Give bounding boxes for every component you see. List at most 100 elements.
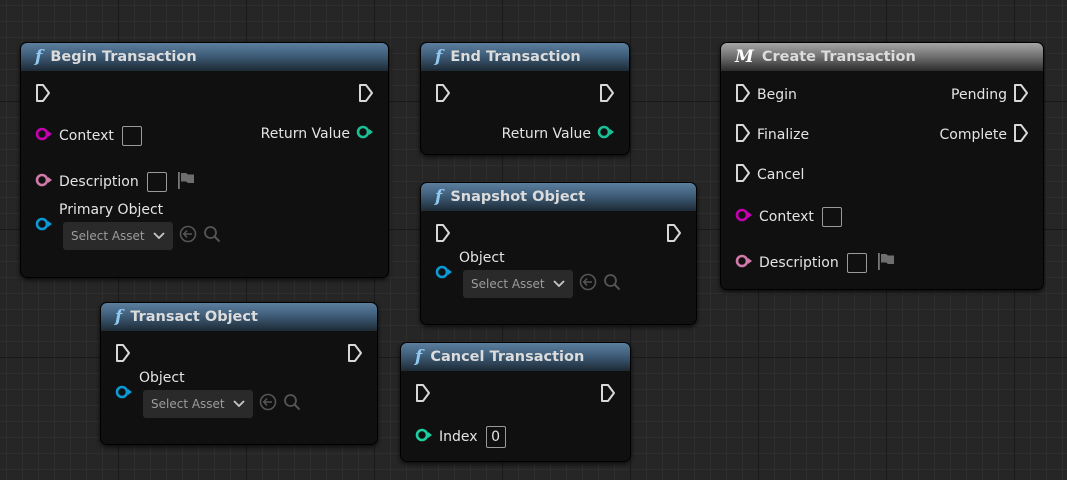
pin-label: Begin [757,87,797,103]
use-selected-arrow-icon[interactable] [579,273,597,295]
pin-content: Object Select Asset [459,250,621,298]
node-header[interactable]: M Create Transaction [721,43,1043,71]
data-pin-icon[interactable] [356,124,374,144]
node-create-transaction[interactable]: M Create Transaction Begin Pending Finalize C… [720,42,1044,290]
localization-flag-icon[interactable] [877,252,895,274]
function-icon: f [415,347,423,367]
node-title: Begin Transaction [50,49,197,65]
asset-picker-row: Select Asset [143,390,301,418]
select-asset-label: Select Asset [151,397,225,411]
pin-in-cancel: Cancel [735,164,804,186]
pin-out-exec [600,384,616,406]
exec-pin-icon[interactable] [666,223,682,247]
search-icon[interactable] [203,225,221,247]
chevron-down-icon [153,229,165,243]
pin-label: Pending [951,87,1007,103]
data-pin-icon[interactable] [597,124,615,144]
data-pin-icon[interactable] [115,384,133,404]
pin-in-exec [435,84,451,106]
pin-label: Index [439,429,478,445]
select-asset-dropdown[interactable]: Select Asset [143,390,253,418]
exec-pin-icon[interactable] [115,343,131,367]
function-icon: f [435,47,443,67]
exec-pin-icon[interactable] [735,163,751,187]
use-selected-arrow-icon[interactable] [179,225,197,247]
exec-pin-icon[interactable] [435,83,451,107]
node-header[interactable]: f Snapshot Object [421,183,696,211]
node-header[interactable]: f Transact Object [101,303,377,331]
select-asset-dropdown[interactable]: Select Asset [463,270,573,298]
node-header[interactable]: f End Transaction [421,43,629,71]
pin-label: Complete [939,127,1007,143]
data-pin-icon[interactable] [35,172,53,192]
default-value-input[interactable] [146,172,167,192]
pin-out-exec [358,84,374,106]
function-icon: f [115,307,123,327]
exec-pin-icon[interactable] [599,83,615,107]
pin-in-exec [115,344,131,366]
search-icon[interactable] [603,273,621,295]
pin-in-description: Description [35,171,195,193]
pin-in-exec [415,384,431,406]
search-icon[interactable] [283,393,301,415]
data-pin-icon[interactable] [35,216,53,236]
asset-picker-row: Select Asset [63,222,221,250]
default-value-input[interactable] [121,126,142,146]
pin-in-object: Object Select Asset [435,250,621,298]
data-pin-icon[interactable] [735,253,753,273]
pin-in-context: Context [735,206,842,228]
pin-out-return-value: Return Value [261,123,374,145]
pin-in-description: Description [735,252,895,274]
pin-out-exec [347,344,363,366]
localization-flag-icon[interactable] [177,171,195,193]
pin-in-primary-object: Primary Object Select Asset [35,202,221,250]
node-title: End Transaction [450,49,581,65]
use-selected-arrow-icon[interactable] [259,393,277,415]
node-title: Create Transaction [761,49,916,65]
pin-out-exec [599,84,615,106]
exec-pin-icon[interactable] [435,223,451,247]
chevron-down-icon [233,397,245,411]
exec-pin-icon[interactable] [1013,83,1029,107]
exec-pin-icon[interactable] [358,83,374,107]
index-value-input[interactable]: 0 [485,426,506,448]
pin-content: Primary Object Select Asset [59,202,221,250]
function-icon: f [435,187,443,207]
pin-in-exec [435,224,451,246]
pin-label: Description [59,174,139,190]
pin-in-exec [35,84,51,106]
pin-out-pending: Pending [951,84,1029,106]
node-begin-transaction[interactable]: f Begin Transaction Context Return Value Des… [20,42,389,278]
exec-pin-icon[interactable] [1013,123,1029,147]
pin-label: Cancel [757,167,805,183]
exec-pin-icon[interactable] [735,83,751,107]
node-end-transaction[interactable]: f End Transaction Return Value [420,42,630,155]
pin-in-context: Context [35,125,142,147]
node-header[interactable]: f Begin Transaction [21,43,388,71]
default-value-input[interactable] [846,253,867,273]
pin-content: Object Select Asset [139,370,301,418]
data-pin-icon[interactable] [415,427,433,447]
node-snapshot-object[interactable]: f Snapshot Object Object Select Asset [420,182,697,325]
pin-label: Finalize [757,127,810,143]
node-title: Snapshot Object [450,189,586,205]
data-pin-icon[interactable] [35,126,53,146]
pin-label: Return Value [501,126,591,142]
exec-pin-icon[interactable] [347,343,363,367]
exec-pin-icon[interactable] [35,83,51,107]
default-value-input[interactable] [821,207,842,227]
pin-in-finalize: Finalize [735,124,809,146]
exec-pin-icon[interactable] [415,383,431,407]
node-header[interactable]: f Cancel Transaction [401,343,630,371]
data-pin-icon[interactable] [735,207,753,227]
pin-label: Primary Object [59,202,164,218]
node-transact-object[interactable]: f Transact Object Object Select Asset [100,302,378,445]
macro-icon: M [735,47,754,67]
select-asset-dropdown[interactable]: Select Asset [63,222,173,250]
data-pin-icon[interactable] [435,264,453,284]
exec-pin-icon[interactable] [600,383,616,407]
pin-label: Object [459,250,505,266]
pin-in-index: Index 0 [415,426,506,448]
exec-pin-icon[interactable] [735,123,751,147]
node-cancel-transaction[interactable]: f Cancel Transaction Index 0 [400,342,631,462]
